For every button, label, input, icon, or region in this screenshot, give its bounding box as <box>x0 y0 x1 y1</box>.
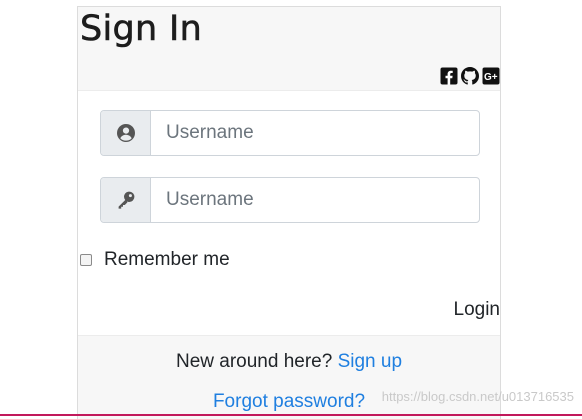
login-button[interactable]: Login <box>454 299 501 321</box>
user-circle-icon <box>101 111 151 155</box>
new-here-text: New around here? <box>175 351 333 372</box>
login-card: Sign In G+ Remember me Login <box>77 6 501 419</box>
remember-me-label: Remember me <box>104 249 230 270</box>
forgot-password-link[interactable]: Forgot password? <box>213 391 365 412</box>
page-title: Sign In <box>80 9 203 50</box>
signup-link[interactable]: Sign up <box>338 351 402 372</box>
remember-me-checkbox[interactable] <box>80 254 92 266</box>
key-icon <box>101 178 151 222</box>
password-input[interactable] <box>151 178 479 222</box>
username-input-group <box>100 110 480 156</box>
google-plus-icon[interactable]: G+ <box>482 67 500 85</box>
password-input-group <box>100 177 480 223</box>
svg-text:G+: G+ <box>484 72 498 83</box>
bottom-divider <box>0 414 582 416</box>
signup-line: New around here? Sign up <box>78 351 500 373</box>
card-header: Sign In G+ <box>78 7 500 91</box>
watermark: https://blog.csdn.net/u013716535 <box>381 389 574 404</box>
social-links: G+ <box>440 67 500 85</box>
facebook-icon[interactable] <box>440 67 458 85</box>
username-input[interactable] <box>151 111 479 155</box>
github-icon[interactable] <box>461 67 479 85</box>
card-footer: New around here? Sign up Forgot password… <box>78 335 500 419</box>
remember-me[interactable]: Remember me <box>80 249 230 271</box>
